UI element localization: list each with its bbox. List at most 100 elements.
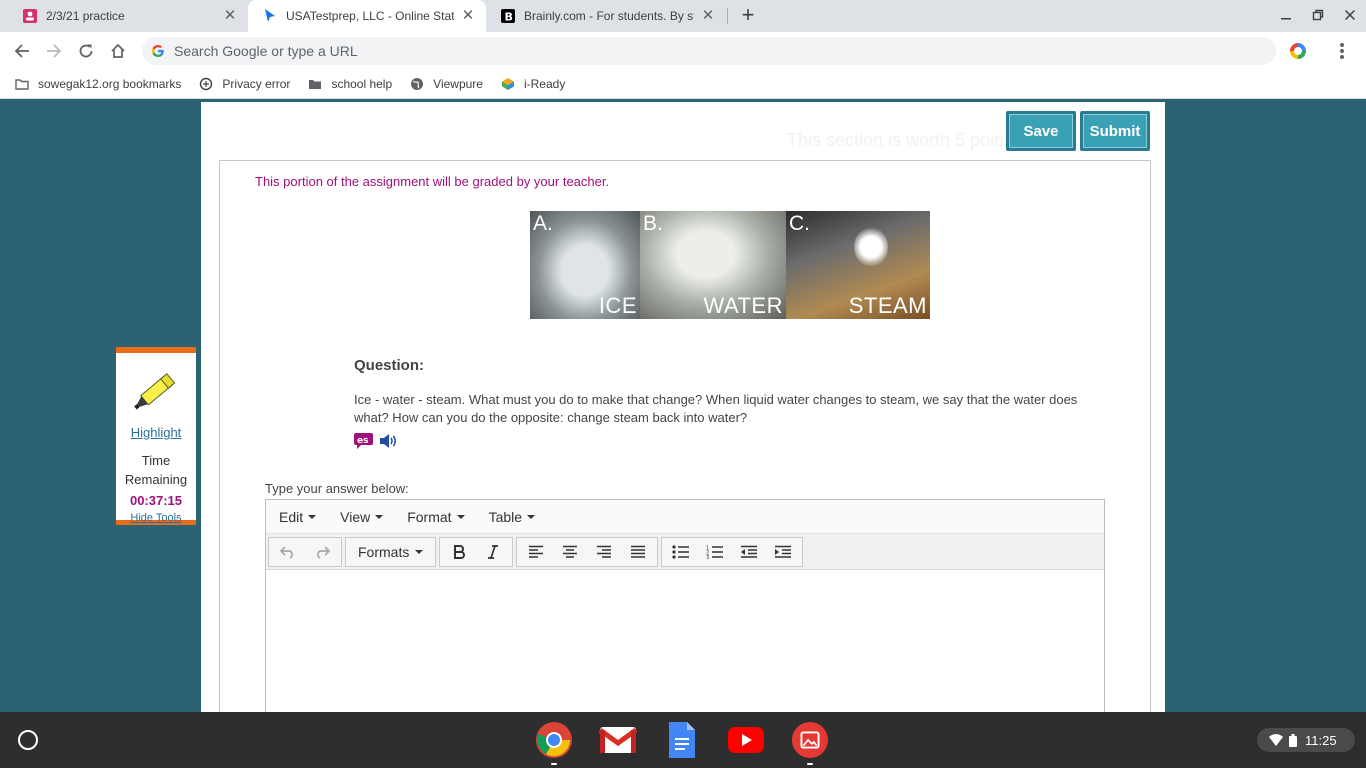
panel-caption: ICE: [598, 293, 637, 318]
gmail-app-icon[interactable]: [599, 721, 637, 759]
bookmark-label: sowegak12.org bookmarks: [38, 77, 182, 91]
menu-table[interactable]: Table: [480, 509, 544, 525]
new-tab-button[interactable]: +: [737, 4, 759, 28]
globe-icon: [409, 76, 425, 92]
bullet-list-icon[interactable]: [664, 538, 698, 566]
youtube-app-icon[interactable]: [727, 721, 765, 759]
answer-label: Type your answer below:: [265, 481, 409, 496]
bookmarks-bar: sowegak12.org bookmarks Privacy error sc…: [0, 70, 1366, 99]
brainly-icon: B: [500, 8, 516, 24]
ice-panel: A. ICE: [530, 211, 640, 319]
menu-view[interactable]: View: [331, 509, 392, 525]
italic-icon[interactable]: [476, 538, 510, 566]
bookmark-school-help[interactable]: school help: [307, 76, 392, 92]
reload-icon[interactable]: [74, 39, 98, 63]
docs-app-icon[interactable]: [663, 721, 701, 759]
bold-icon[interactable]: [442, 538, 476, 566]
tab-strip: 2/3/21 practice ✕ USATestprep, LLC - Onl…: [0, 0, 1366, 32]
tab-title: 2/3/21 practice: [46, 9, 125, 23]
redo-icon[interactable]: [305, 538, 339, 566]
launcher-icon[interactable]: [18, 730, 38, 750]
gallery-app-icon[interactable]: [791, 721, 829, 765]
water-panel: B. WATER: [640, 211, 786, 319]
tab-brainly[interactable]: B Brainly.com - For students. By stu ✕: [486, 0, 726, 32]
classroom-icon: [22, 8, 38, 24]
answer-editor: Edit View Format Table Formats 1 2 3: [265, 499, 1105, 720]
extension-icon[interactable]: [1290, 43, 1306, 59]
svg-text:es: es: [357, 436, 368, 446]
clock: 11:25: [1305, 732, 1337, 748]
indent-icon[interactable]: [766, 538, 800, 566]
minimize-icon[interactable]: [1278, 8, 1294, 24]
status-tray[interactable]: 11:25: [1257, 728, 1355, 752]
hide-tools-link[interactable]: Hide Tools: [116, 512, 196, 524]
menu-label: Format: [407, 508, 452, 525]
os-shelf: 11:25: [0, 712, 1366, 768]
save-button[interactable]: Save: [1006, 111, 1076, 151]
tab-title: Brainly.com - For students. By stu: [524, 9, 694, 23]
numbered-list-icon[interactable]: 123: [698, 538, 732, 566]
question-text: Ice - water - steam. What must you do to…: [354, 392, 1078, 425]
iready-icon: [500, 76, 516, 92]
align-center-icon[interactable]: [553, 538, 587, 566]
bookmark-sowegak12[interactable]: sowegak12.org bookmarks: [14, 76, 181, 92]
home-icon[interactable]: [106, 39, 130, 63]
align-left-icon[interactable]: [519, 538, 553, 566]
chrome-menu-icon[interactable]: [1334, 41, 1350, 61]
tools-panel: Highlight Time Remaining 00:37:15 Hide T…: [116, 347, 196, 525]
bookmark-label: i-Ready: [523, 77, 566, 91]
panel-tag: C.: [789, 212, 810, 235]
align-right-icon[interactable]: [587, 538, 621, 566]
menu-label: Edit: [279, 508, 304, 525]
bookmark-privacy-error[interactable]: Privacy error: [198, 76, 290, 92]
formats-label: Formats: [358, 543, 410, 560]
panel-tag: B.: [643, 212, 663, 235]
close-window-icon[interactable]: [1342, 8, 1358, 24]
tab-practice[interactable]: 2/3/21 practice ✕: [8, 0, 248, 32]
panel-caption: WATER: [703, 293, 783, 318]
submit-button[interactable]: Submit: [1080, 111, 1150, 151]
menu-format[interactable]: Format: [398, 509, 473, 525]
running-indicator: [551, 763, 557, 765]
close-tab-icon[interactable]: ✕: [700, 8, 716, 24]
forward-icon[interactable]: [42, 39, 66, 63]
back-icon[interactable]: [10, 39, 34, 63]
tab-usatestprep[interactable]: USATestprep, LLC - Online State-Sp ✕: [248, 0, 486, 32]
close-tab-icon[interactable]: ✕: [222, 8, 238, 24]
speaker-icon[interactable]: [379, 433, 399, 449]
restore-icon[interactable]: [1310, 8, 1326, 24]
list-group: 123: [661, 536, 804, 567]
outdent-icon[interactable]: [732, 538, 766, 566]
justify-icon[interactable]: [621, 538, 655, 566]
history-group: [268, 536, 342, 567]
svg-text:3: 3: [706, 555, 709, 559]
highlight-link[interactable]: Highlight: [116, 425, 196, 440]
answer-text-area[interactable]: [266, 570, 1104, 720]
editor-menubar: Edit View Format Table: [266, 500, 1104, 534]
privacy-icon: [198, 76, 214, 92]
bookmark-viewpure[interactable]: Viewpure: [409, 76, 483, 92]
bookmark-iready[interactable]: i-Ready: [500, 76, 565, 92]
spanish-translate-icon[interactable]: es: [354, 433, 373, 449]
undo-icon[interactable]: [271, 538, 305, 566]
chrome-app-icon[interactable]: [535, 721, 573, 765]
menu-edit[interactable]: Edit: [270, 509, 325, 525]
svg-text:B: B: [505, 11, 513, 24]
formats-group: Formats: [345, 536, 437, 567]
tab-separator: [727, 8, 728, 24]
bookmark-label: Viewpure: [433, 77, 483, 91]
highlighter-icon[interactable]: [128, 365, 184, 419]
formats-dropdown[interactable]: Formats: [348, 538, 433, 566]
close-tab-icon[interactable]: ✕: [460, 8, 476, 24]
running-indicator: [807, 763, 813, 765]
grading-note: This portion of the assignment will be g…: [255, 174, 610, 189]
search-input[interactable]: [174, 43, 1174, 59]
address-bar[interactable]: [142, 37, 1276, 65]
menu-label: Table: [488, 508, 523, 525]
states-of-water-image: A. ICE B. WATER C. STEAM: [530, 211, 930, 319]
time-remaining-value: 00:37:15: [129, 493, 183, 508]
battery-icon: [1289, 733, 1297, 747]
browser-toolbar: [0, 32, 1366, 70]
style-group: [439, 536, 514, 567]
caret-down-icon: [527, 514, 536, 519]
